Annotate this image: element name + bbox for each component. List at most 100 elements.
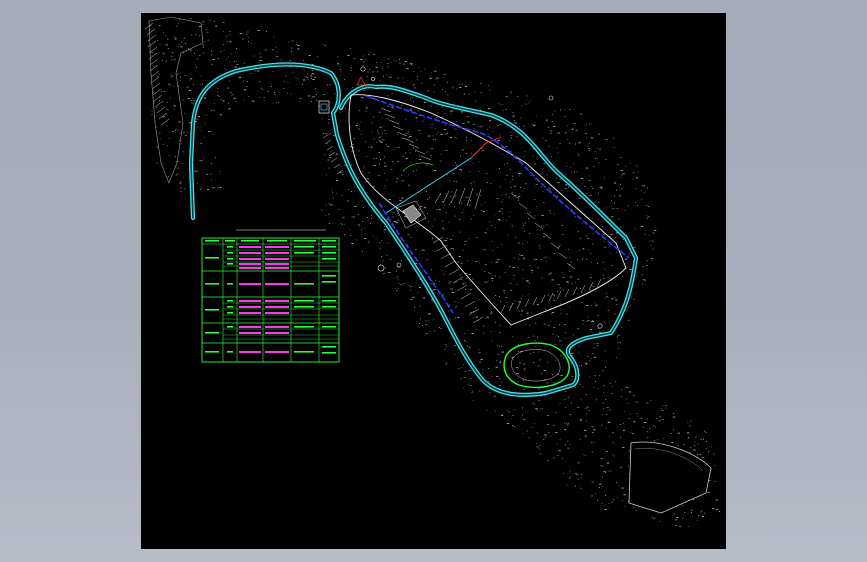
terrain-dot: [444, 124, 446, 126]
terrain-dot: [719, 511, 720, 512]
terrain-dot: [450, 281, 451, 283]
terrain-dot: [570, 275, 572, 277]
terrain-dot: [553, 457, 555, 459]
terrain-dot: [463, 377, 466, 378]
terrain-dot: [602, 370, 604, 372]
terrain-dot: [247, 40, 249, 42]
terrain-dot: [592, 286, 595, 288]
terrain-dot: [502, 213, 503, 214]
terrain-dot: [382, 139, 385, 141]
terrain-dot: [445, 344, 447, 345]
terrain-dot: [590, 137, 593, 139]
terrain-dot: [559, 287, 561, 289]
terrain-dot: [471, 185, 473, 186]
terrain-dot: [707, 491, 710, 493]
terrain-dot: [535, 184, 538, 185]
terrain-dot: [451, 292, 455, 293]
terrain-dot: [150, 33, 152, 35]
terrain-dot: [456, 305, 457, 307]
terrain-dot: [454, 206, 456, 208]
terrain-dot: [632, 172, 634, 173]
terrain-dot: [460, 111, 463, 113]
terrain-dot: [604, 177, 605, 179]
terrain-dot: [649, 427, 651, 429]
terrain-dot: [547, 424, 550, 425]
terrain-dot: [546, 261, 547, 262]
terrain-dot: [580, 473, 582, 475]
terrain-dot: [487, 316, 489, 317]
terrain-dot: [712, 507, 715, 509]
terrain-dot: [708, 480, 711, 481]
terrain-dot: [480, 359, 483, 360]
terrain-dot: [295, 44, 297, 45]
terrain-dot: [510, 283, 512, 284]
terrain-dot: [493, 395, 497, 397]
terrain-dot: [450, 239, 453, 240]
terrain-dot: [557, 132, 560, 134]
terrain-dot: [211, 54, 212, 56]
terrain-dot: [683, 444, 685, 445]
terrain-dot: [517, 266, 518, 268]
terrain-dot: [541, 225, 542, 227]
terrain-dot: [384, 185, 386, 187]
terrain-dot: [603, 241, 605, 242]
terrain-dot: [659, 521, 661, 522]
terrain-dot: [611, 393, 613, 394]
terrain-dot: [563, 357, 565, 359]
terrain-dot: [349, 229, 351, 231]
terrain-dot: [548, 145, 550, 147]
terrain-dot: [197, 183, 198, 185]
terrain-dot: [259, 60, 262, 61]
terrain-dot: [176, 25, 178, 27]
terrain-dot: [606, 292, 607, 294]
terrain-dot: [465, 196, 468, 198]
terrain-dot: [519, 125, 520, 127]
terrain-dot: [619, 466, 623, 468]
terrain-dot: [541, 215, 544, 216]
terrain-dot: [655, 418, 657, 420]
terrain-dot: [505, 194, 507, 196]
terrain-dot: [599, 375, 601, 376]
terrain-dot: [371, 131, 373, 133]
terrain-dot: [567, 424, 569, 426]
terrain-dot: [587, 188, 589, 190]
terrain-dot: [383, 75, 384, 77]
terrain-dot: [467, 121, 470, 123]
terrain-dot: [357, 214, 359, 215]
terrain-dot: [180, 181, 181, 183]
terrain-dot: [218, 96, 220, 97]
terrain-dot: [522, 278, 524, 279]
terrain-dot: [684, 512, 686, 513]
terrain-dot: [522, 269, 524, 270]
terrain-dot: [243, 99, 245, 101]
terrain-dot: [184, 37, 186, 38]
terrain-dot: [550, 133, 552, 134]
terrain-dot: [450, 196, 451, 197]
terrain-dot: [350, 70, 352, 71]
terrain-dot: [266, 31, 267, 32]
terrain-dot: [690, 420, 692, 422]
terrain-dot: [606, 414, 608, 415]
terrain-dot: [347, 55, 350, 56]
terrain-dot: [577, 202, 579, 204]
cad-drawing-viewport[interactable]: [141, 13, 726, 549]
terrain-dot: [159, 100, 160, 101]
terrain-dot: [364, 238, 367, 239]
terrain-dot: [432, 281, 434, 282]
terrain-dot: [601, 424, 603, 426]
terrain-dot: [714, 481, 716, 482]
terrain-dot: [184, 188, 186, 190]
terrain-dot: [396, 270, 397, 272]
terrain-dot: [211, 64, 213, 65]
terrain-dot: [423, 297, 426, 299]
terrain-dot: [469, 385, 472, 386]
terrain-dot: [603, 385, 605, 387]
terrain-dot: [549, 272, 552, 274]
excavation-area: [220, 103, 331, 243]
terrain-dot: [556, 334, 558, 336]
terrain-dot: [393, 149, 395, 151]
terrain-dot: [182, 151, 184, 153]
terrain-dot: [587, 320, 590, 321]
terrain-dot: [569, 276, 572, 278]
terrain-dot: [400, 284, 403, 286]
